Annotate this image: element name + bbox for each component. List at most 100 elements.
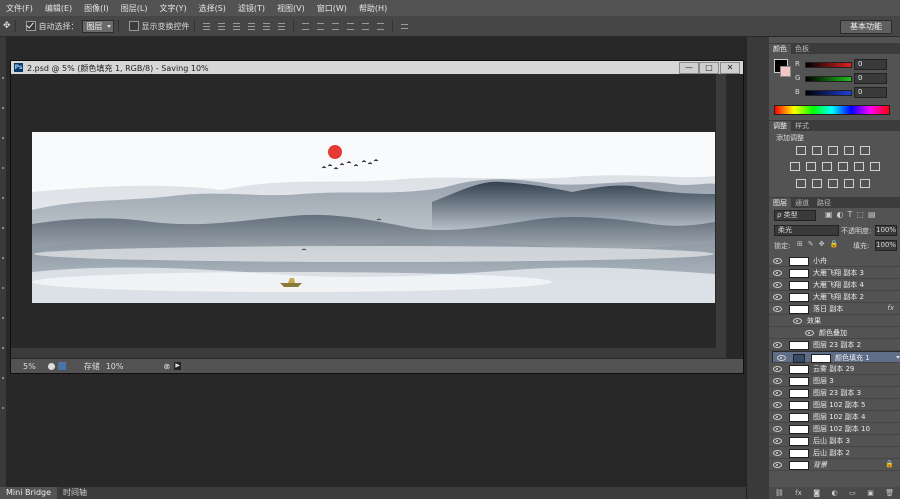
green-value-field[interactable]: 0 [854,73,887,84]
layer-filter-dropdown[interactable]: ρ 类型 [774,210,816,221]
align-bottom-icon[interactable] [231,21,242,32]
layer-row[interactable]: 云雾 副本 29 [769,363,900,375]
tab-swatches[interactable]: 色板 [791,44,813,54]
visibility-eye-icon[interactable] [773,462,782,468]
auto-select-dropdown[interactable]: 图层 [81,19,114,33]
visibility-eye-icon[interactable] [773,306,782,312]
visibility-eye-icon[interactable] [773,270,782,276]
lock-icons[interactable]: ⊞✎✥🔒 [797,240,843,248]
distribute-left-icon[interactable] [345,21,356,32]
black-white-icon[interactable] [822,162,832,171]
posterize-icon[interactable] [812,179,822,188]
status-menu-arrow-icon[interactable]: ▶ [174,362,182,370]
menu-item[interactable]: 文件(F) [0,3,39,14]
visibility-eye-icon[interactable] [773,342,782,348]
menu-item[interactable]: 帮助(H) [353,3,393,14]
layer-row[interactable]: 后山 副本 3 [769,435,900,447]
menu-item[interactable]: 视图(V) [271,3,311,14]
distribute-top-icon[interactable] [300,21,311,32]
tab-timeline[interactable]: 时间轴 [57,487,93,499]
visibility-eye-icon[interactable] [777,355,786,361]
tab-channels[interactable]: 通道 [791,198,813,208]
visibility-eye-icon[interactable] [773,390,782,396]
minimize-button[interactable]: — [679,62,699,74]
levels-icon[interactable] [812,146,822,155]
green-slider[interactable] [805,76,852,82]
horizontal-scrollbar[interactable] [11,348,716,358]
add-style-icon[interactable]: fx [795,489,802,497]
new-group-icon[interactable]: ▭ [849,489,856,497]
channel-mixer-icon[interactable] [854,162,864,171]
tab-styles[interactable]: 样式 [791,121,813,131]
move-tool-icon[interactable]: ✥ [3,21,11,31]
brightness-icon[interactable] [796,146,806,155]
visibility-eye-icon[interactable] [805,330,814,336]
layer-row-background[interactable]: 背景 🔒 [769,459,900,471]
menu-item[interactable]: 图像(I) [78,3,115,14]
auto-select-checkbox[interactable] [25,21,36,31]
gradient-map-icon[interactable] [860,179,870,188]
align-right-icon[interactable] [276,21,287,32]
blue-slider[interactable] [805,90,852,96]
tab-layers[interactable]: 图层 [769,198,791,208]
layer-row[interactable]: 图层 102 副本 5 [769,399,900,411]
tab-mini-bridge[interactable]: Mini Bridge [0,487,58,499]
layer-row[interactable]: 图层 23 副本 2 [769,339,900,351]
zoom-level[interactable]: 5% [23,362,36,371]
new-adjustment-icon[interactable]: ◐ [831,489,837,497]
distribute-vcenter-icon[interactable] [315,21,326,32]
blue-value-field[interactable]: 0 [854,87,887,98]
visibility-eye-icon[interactable] [793,318,802,324]
status-icon[interactable] [47,362,55,370]
document-title-bar[interactable]: Ps 2.psd @ 5% (颜色填充 1, RGB/8) - Saving 1… [11,61,743,74]
layer-filter-icons[interactable]: ▣◐T⬚▤ [825,210,880,219]
color-spectrum-ramp[interactable] [774,105,890,115]
visibility-eye-icon[interactable] [773,378,782,384]
link-layers-icon[interactable]: ⛓ [775,489,784,497]
add-mask-icon[interactable]: ◙ [813,489,820,497]
red-value-field[interactable]: 0 [854,59,887,70]
red-slider[interactable] [805,62,852,68]
vertical-scrollbar[interactable] [716,74,726,358]
layer-effects-icon[interactable]: fx [887,304,894,312]
photo-filter-icon[interactable] [838,162,848,171]
curves-icon[interactable] [828,146,838,155]
menu-item[interactable]: 编辑(E) [39,3,78,14]
exposure-icon[interactable] [844,146,854,155]
workspace-switcher[interactable]: 基本功能 [840,20,892,34]
color-balance-icon[interactable] [806,162,816,171]
hue-saturation-icon[interactable] [790,162,800,171]
menu-item[interactable]: 滤镜(T) [232,3,271,14]
cancel-save-icon[interactable]: ⊗ [163,362,170,371]
blend-mode-dropdown[interactable]: 柔光 [774,225,839,236]
layer-row[interactable]: 图层 102 副本 10 [769,423,900,435]
tab-adjustments[interactable]: 调整 [769,121,791,131]
selective-color-icon[interactable] [844,179,854,188]
align-vcenter-icon[interactable] [216,21,227,32]
layer-row[interactable]: 图层 23 副本 3 [769,387,900,399]
visibility-eye-icon[interactable] [773,426,782,432]
menu-item[interactable]: 图层(L) [115,3,154,14]
align-hcenter-icon[interactable] [261,21,272,32]
opacity-field[interactable]: 100% [875,225,897,236]
layer-row[interactable]: 落日 副本 fx [769,303,900,315]
invert-icon[interactable] [796,179,806,188]
menu-item[interactable]: 窗口(W) [311,3,353,14]
layer-effects-row[interactable]: 效果 [769,315,900,327]
distribute-bottom-icon[interactable] [330,21,341,32]
layer-row-selected[interactable]: 颜色填充 1 [772,351,900,363]
auto-align-icon[interactable] [399,21,410,32]
layer-effect-row[interactable]: 颜色叠加 [769,327,900,339]
visibility-eye-icon[interactable] [773,450,782,456]
layer-row[interactable]: 大雁飞翔 副本 3 [769,267,900,279]
new-layer-icon[interactable]: ▣ [867,489,874,497]
threshold-icon[interactable] [828,179,838,188]
layer-row[interactable]: 小舟 [769,255,900,267]
close-button[interactable]: ✕ [720,62,740,74]
visibility-eye-icon[interactable] [773,366,782,372]
background-color-swatch[interactable] [780,66,791,77]
tab-color[interactable]: 颜色 [769,44,791,54]
visibility-eye-icon[interactable] [773,402,782,408]
restore-button[interactable]: □ [699,62,719,74]
distribute-right-icon[interactable] [375,21,386,32]
